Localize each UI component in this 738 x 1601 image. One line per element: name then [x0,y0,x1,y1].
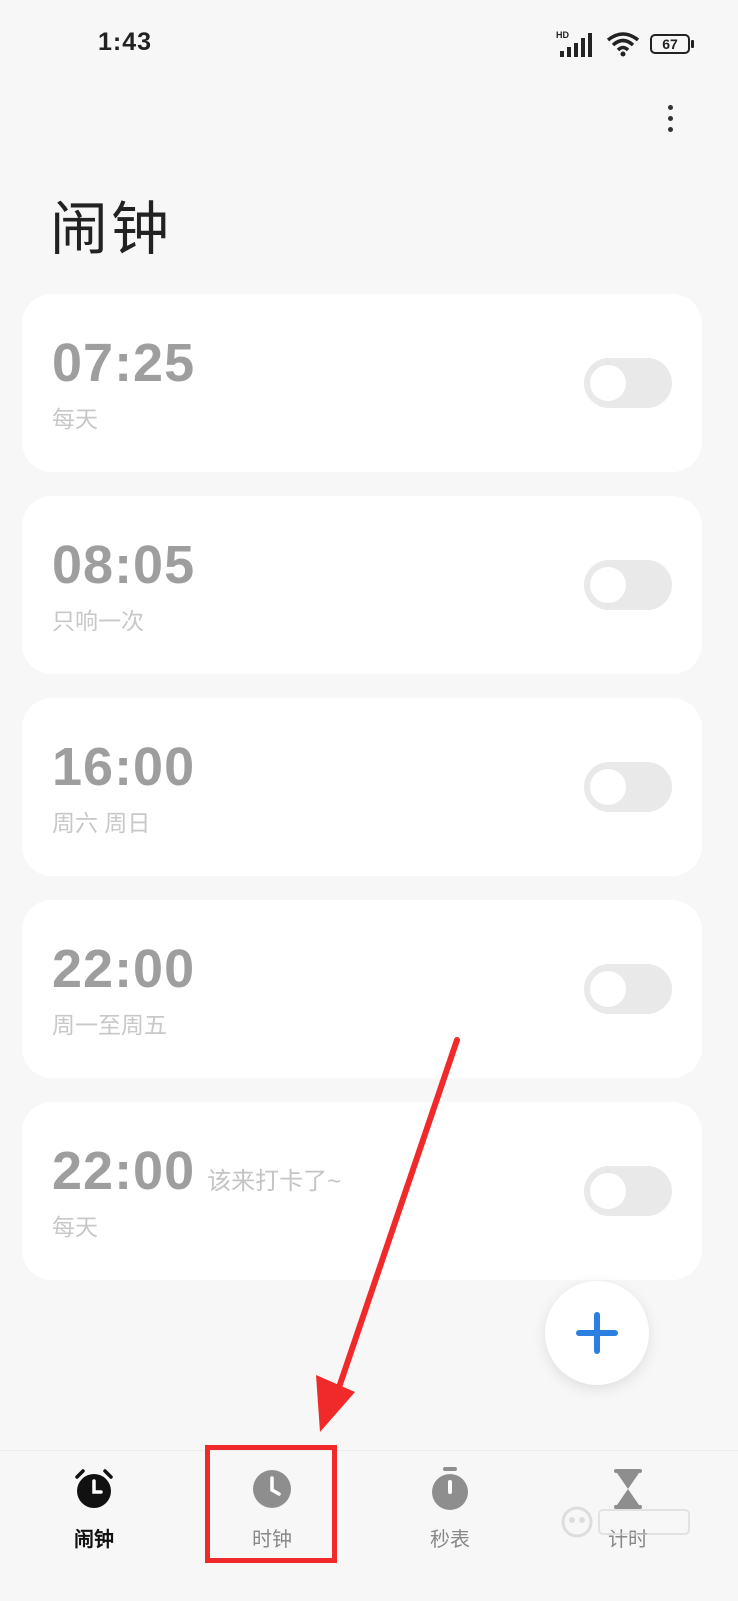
tab-alarm-label: 闹钟 [74,1529,114,1551]
toggle-knob [590,971,626,1007]
alarm-card[interactable]: 16:00 周六 周日 [22,698,702,876]
alarm-toggle[interactable] [584,762,672,812]
toggle-knob [590,567,626,603]
tab-stopwatch-label: 秒表 [430,1529,470,1551]
alarm-card[interactable]: 07:25 每天 [22,294,702,472]
status-icons: HD 67 [556,28,694,60]
stopwatch-icon [432,1467,468,1510]
wifi-icon [606,32,640,57]
status-time: 1:43 [98,28,153,56]
page-title: 闹钟 [50,197,173,262]
tab-alarm[interactable]: 闹钟 [34,1467,154,1552]
alarm-repeat: 每天 [52,406,98,432]
alarm-time: 07:25 [52,333,196,393]
alarm-clock-icon [75,1469,113,1508]
more-vertical-icon [667,104,673,110]
toggle-knob [590,1173,626,1209]
alarm-repeat: 周六 周日 [52,810,151,836]
alarm-card[interactable]: 22:00 周一至周五 [22,900,702,1078]
toggle-knob [590,769,626,805]
alarm-repeat: 只响一次 [52,608,144,634]
alarm-card[interactable]: 08:05 只响一次 [22,496,702,674]
alarm-toggle[interactable] [584,964,672,1014]
more-options-button[interactable] [650,98,690,138]
alarm-note: 该来打卡了~ [207,1168,342,1195]
signal-icon: HD [556,30,592,57]
plus-icon [576,1312,618,1354]
annotation-highlight-box [205,1445,337,1563]
battery-indicator: 67 [650,34,694,54]
tab-stopwatch[interactable]: 秒表 [390,1467,510,1552]
alarm-time: 22:00 [52,1141,196,1201]
alarm-repeat: 周一至周五 [52,1012,167,1038]
add-alarm-button[interactable] [545,1281,649,1385]
alarm-time: 16:00 [52,737,196,797]
alarm-toggle[interactable] [584,560,672,610]
network-label: HD [556,30,569,40]
toggle-knob [590,365,626,401]
alarm-time: 08:05 [52,535,196,595]
alarm-toggle[interactable] [584,358,672,408]
baidu-watermark-icon [561,1506,690,1538]
alarm-list: 07:25 每天 08:05 只响一次 16:00 周六 周日 22:00 周一… [22,294,702,1304]
status-bar: 1:43 HD 67 [0,0,738,90]
alarm-repeat: 每天 [52,1214,98,1240]
alarm-toggle[interactable] [584,1166,672,1216]
alarm-card[interactable]: 22:00 该来打卡了~ 每天 [22,1102,702,1280]
alarm-time: 22:00 [52,939,196,999]
